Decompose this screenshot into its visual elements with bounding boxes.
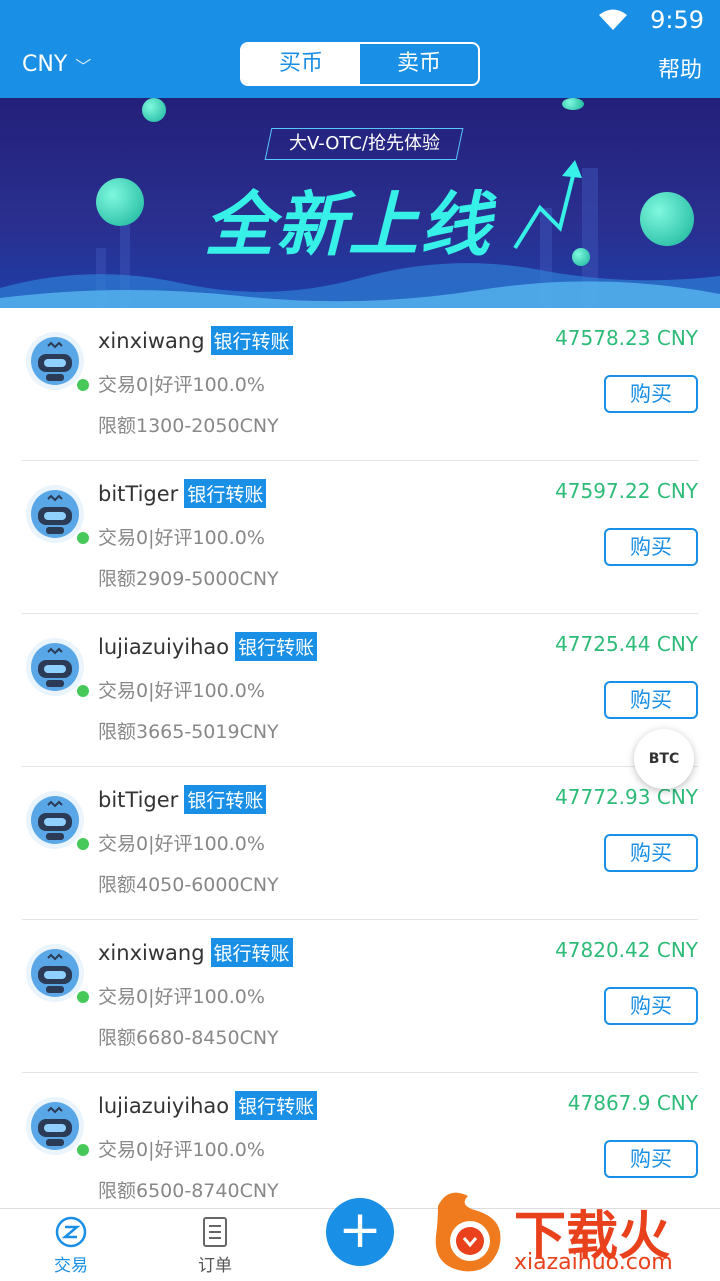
list-item[interactable]: lujiazuiyihao 银行转账 交易0|好评100.0% 限额3665-50…	[22, 614, 698, 767]
trader-stats: 交易0|好评100.0%	[98, 680, 265, 702]
decor-ball	[562, 98, 584, 110]
wifi-icon	[599, 9, 627, 30]
currency-selector[interactable]: CNY ﹀	[22, 52, 91, 77]
buy-button[interactable]: 购买	[604, 987, 698, 1025]
decor-ball	[640, 192, 694, 246]
online-indicator	[75, 530, 91, 546]
watermark-url: xiazaihuo.com	[514, 1250, 673, 1275]
help-link[interactable]: 帮助	[658, 52, 702, 84]
trader-stats: 交易0|好评100.0%	[98, 527, 265, 549]
payment-method-badge: 银行转账	[184, 479, 267, 508]
list-item[interactable]: xinxiwang 银行转账 交易0|好评100.0% 限额6680-8450CN…	[22, 920, 698, 1073]
coin-switch-button[interactable]: BTC	[634, 729, 694, 789]
trade-limit: 限额4050-6000CNY	[98, 874, 279, 896]
tab-trade-label: 交易	[54, 1256, 88, 1276]
payment-method-badge: 银行转账	[210, 326, 293, 355]
unit-price: 47820.42 CNY	[555, 938, 698, 962]
unit-price: 47578.23 CNY	[555, 326, 698, 350]
buy-button[interactable]: 购买	[604, 1140, 698, 1178]
trade-limit: 限额2909-5000CNY	[98, 568, 279, 590]
online-indicator	[75, 1142, 91, 1158]
trader-name: xinxiwang	[98, 328, 205, 353]
trader-name: bitTiger	[98, 787, 179, 812]
trade-icon	[55, 1216, 87, 1248]
trader-stats: 交易0|好评100.0%	[98, 1139, 265, 1161]
buy-button[interactable]: 购买	[604, 528, 698, 566]
watermark-logo: 下载火 xiazaihuo.com	[428, 1182, 720, 1280]
banner-tag: 大V-OTC/抢先体验	[264, 128, 464, 160]
payment-method-badge: 银行转账	[210, 938, 293, 967]
currency-label: CNY	[22, 52, 68, 77]
decor-ball	[142, 98, 166, 122]
trader-stats: 交易0|好评100.0%	[98, 374, 265, 396]
trade-limit: 限额6500-8740CNY	[98, 1180, 279, 1202]
unit-price: 47725.44 CNY	[555, 632, 698, 656]
decor-ball	[572, 248, 590, 266]
payment-method-badge: 银行转账	[235, 1091, 318, 1120]
tab-orders-label: 订单	[198, 1256, 232, 1276]
online-indicator	[75, 836, 91, 852]
banner-headline: 全新上线	[204, 184, 492, 266]
trade-limit: 限额1300-2050CNY	[98, 415, 279, 437]
promo-banner[interactable]: 大V-OTC/抢先体验 全新上线	[0, 98, 720, 308]
buy-button[interactable]: 购买	[604, 681, 698, 719]
top-header: CNY ﹀ 买币 卖币 帮助	[0, 40, 720, 98]
trader-stats: 交易0|好评100.0%	[98, 986, 265, 1008]
unit-price: 47772.93 CNY	[555, 785, 698, 809]
online-indicator	[75, 377, 91, 393]
trader-name: lujiazuiyihao	[98, 1093, 230, 1118]
tab-buy[interactable]: 买币	[242, 44, 360, 84]
trade-limit: 限额6680-8450CNY	[98, 1027, 279, 1049]
buy-button[interactable]: 购买	[604, 375, 698, 413]
status-bar: 9:59	[0, 0, 720, 40]
trader-name: lujiazuiyihao	[98, 634, 230, 659]
unit-price: 47597.22 CNY	[555, 479, 698, 503]
decor-ball	[96, 178, 144, 226]
chevron-down-icon: ﹀	[75, 56, 92, 76]
tab-orders[interactable]: 订单	[170, 1215, 260, 1276]
status-time: 9:59	[650, 6, 704, 34]
unit-price: 47867.9 CNY	[567, 1091, 698, 1115]
orders-icon	[203, 1217, 227, 1247]
listing-list: xinxiwang 银行转账 交易0|好评100.0% 限额1300-2050CN…	[0, 308, 720, 1208]
online-indicator	[75, 989, 91, 1005]
buy-button[interactable]: 购买	[604, 834, 698, 872]
payment-method-badge: 银行转账	[235, 632, 318, 661]
tab-sell[interactable]: 卖币	[360, 44, 478, 84]
trade-limit: 限额3665-5019CNY	[98, 721, 279, 743]
add-button[interactable]: +	[326, 1198, 394, 1266]
online-indicator	[75, 683, 91, 699]
trader-name: bitTiger	[98, 481, 179, 506]
buy-sell-toggle: 买币 卖币	[240, 42, 480, 86]
trader-name: xinxiwang	[98, 940, 205, 965]
tab-trade[interactable]: 交易	[26, 1215, 116, 1276]
trader-stats: 交易0|好评100.0%	[98, 833, 265, 855]
list-item[interactable]: bitTiger 银行转账 交易0|好评100.0% 限额4050-6000CNY…	[22, 767, 698, 920]
list-item[interactable]: bitTiger 银行转账 交易0|好评100.0% 限额2909-5000CNY…	[22, 461, 698, 614]
list-item[interactable]: xinxiwang 银行转账 交易0|好评100.0% 限额1300-2050CN…	[22, 308, 698, 461]
payment-method-badge: 银行转账	[184, 785, 267, 814]
flame-logo-icon	[435, 1192, 501, 1272]
